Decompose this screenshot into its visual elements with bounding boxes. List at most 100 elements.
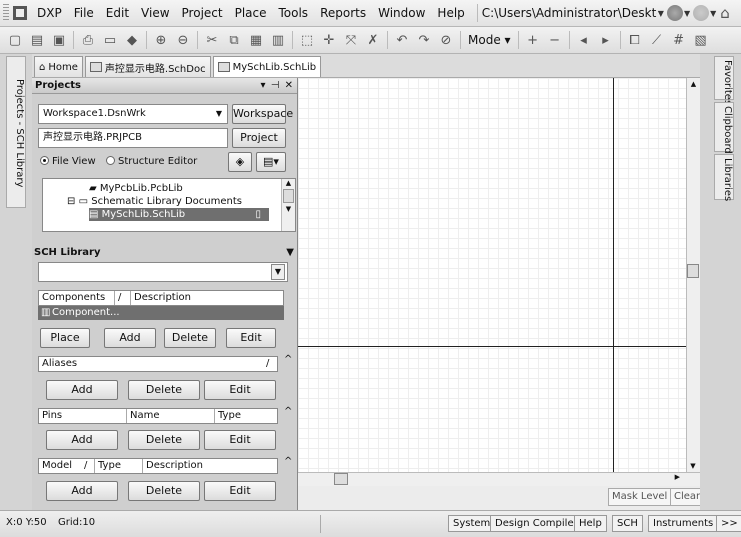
name-column-header[interactable]: Name (127, 409, 215, 423)
scroll-down-icon[interactable]: ▼ (282, 205, 295, 213)
clipboard-tab[interactable]: Clipboard (714, 102, 734, 154)
scroll-down-icon[interactable]: ▼ (687, 462, 699, 470)
structure-editor-radio[interactable]: Structure Editor (106, 156, 197, 167)
deselect-icon[interactable]: ⤧ (343, 32, 359, 48)
component-row[interactable]: ▥ Component... (38, 306, 284, 320)
pins-column-header[interactable]: Pins (39, 409, 127, 423)
cut-icon[interactable]: ✂ (204, 32, 220, 48)
system-panel-button[interactable]: System (448, 515, 496, 532)
document-path-field[interactable]: C:\Users\Administrator\Deskto| (476, 4, 657, 22)
tab-home[interactable]: ⌂ Home (34, 56, 83, 77)
help-panel-button[interactable]: Help (574, 515, 607, 532)
scroll-right-icon[interactable]: ▶ (675, 473, 680, 481)
edit-model-button[interactable]: Edit (204, 481, 276, 501)
menu-tools[interactable]: Tools (273, 6, 315, 20)
edit-alias-button[interactable]: Edit (204, 380, 276, 400)
favorites-tab[interactable]: Favorites (714, 56, 734, 105)
new-document-icon[interactable]: ▢ (7, 32, 23, 48)
libraries-tab[interactable]: Libraries (714, 154, 734, 201)
more-panels-button[interactable]: >> (716, 515, 741, 532)
clear-filter-icon[interactable]: ✗ (365, 32, 381, 48)
save-icon[interactable]: ▣ (51, 32, 67, 48)
scroll-up-icon[interactable]: ▲ (282, 179, 295, 187)
next-part-icon[interactable]: ▸ (598, 32, 614, 48)
place-button[interactable]: Place (40, 328, 90, 348)
layers-icon[interactable]: ◆ (124, 32, 140, 48)
model-sort-indicator[interactable]: / (81, 459, 95, 473)
panel-menu-chevron-icon[interactable]: ▼ (286, 246, 294, 260)
model-collapse-icon[interactable]: ^ (284, 456, 292, 467)
aliases-collapse-icon[interactable]: ^ (284, 354, 292, 365)
tab-schdoc[interactable]: 声控显示电路.SchDoc (84, 56, 211, 77)
delete-pin-button[interactable]: Delete (128, 430, 200, 450)
instruments-panel-button[interactable]: Instruments (648, 515, 719, 532)
menu-project[interactable]: Project (176, 6, 229, 20)
filter-dropdown-icon[interactable]: ▼ (271, 264, 285, 280)
previous-part-icon[interactable]: ◂ (576, 32, 592, 48)
back-icon[interactable] (666, 5, 683, 21)
panel-controls[interactable]: ▾ ⊣ ✕ (261, 80, 294, 91)
model-column-header[interactable]: Model (39, 459, 81, 473)
menu-view[interactable]: View (135, 6, 175, 20)
description-column-header[interactable]: Description (131, 291, 283, 305)
model-type-column-header[interactable]: Type (95, 459, 143, 473)
forward-dropdown-icon[interactable]: ▼ (710, 9, 716, 18)
ieee-symbols-icon[interactable]: ⧠ (627, 32, 643, 48)
add-model-button[interactable]: Add (46, 481, 118, 501)
project-options-button[interactable]: ◈ (228, 152, 252, 172)
home-icon[interactable]: ⌂ (720, 4, 730, 22)
scroll-up-icon[interactable]: ▲ (687, 80, 700, 88)
document-options-button[interactable]: ▤▾ (256, 152, 286, 172)
tree-folder-schematic-library[interactable]: ⊟ ▭ Schematic Library Documents (67, 195, 242, 208)
add-pin-button[interactable]: Add (46, 430, 118, 450)
pins-collapse-icon[interactable]: ^ (284, 406, 292, 417)
sch-panel-button[interactable]: SCH (612, 515, 643, 532)
path-dropdown-icon[interactable]: ▼ (658, 9, 664, 18)
redo-icon[interactable]: ↷ (416, 32, 432, 48)
menu-file[interactable]: File (68, 6, 100, 20)
delete-component-button[interactable]: Delete (164, 328, 216, 348)
select-area-icon[interactable]: ⬚ (299, 32, 315, 48)
design-compiler-panel-button[interactable]: Design Compiler (490, 515, 583, 532)
delete-model-button[interactable]: Delete (128, 481, 200, 501)
menu-window[interactable]: Window (372, 6, 431, 20)
model-manager-icon[interactable]: ▧ (693, 32, 709, 48)
add-alias-button[interactable]: Add (46, 380, 118, 400)
model-description-column-header[interactable]: Description (143, 459, 277, 473)
move-icon[interactable]: ✛ (321, 32, 337, 48)
menu-edit[interactable]: Edit (100, 6, 135, 20)
tree-scrollbar[interactable]: ▲ ▼ (281, 179, 295, 231)
workspace-button[interactable]: Workspace (232, 104, 293, 124)
print-preview-icon[interactable]: ▭ (102, 32, 118, 48)
menu-dxp[interactable]: DXP (31, 6, 68, 20)
zoom-in-icon[interactable]: ⊕ (153, 32, 169, 48)
tree-scroll-thumb[interactable] (283, 189, 294, 203)
drawing-tools-icon[interactable]: ⟋ (649, 32, 665, 48)
project-button[interactable]: Project (232, 128, 286, 148)
menu-help[interactable]: Help (431, 6, 470, 20)
undo-icon[interactable]: ↶ (394, 32, 410, 48)
delete-alias-button[interactable]: Delete (128, 380, 200, 400)
add-component-button[interactable]: Add (104, 328, 156, 348)
remove-part-icon[interactable]: − (547, 32, 563, 48)
rubber-stamp-icon[interactable]: ▥ (270, 32, 286, 48)
canvas-horizontal-scrollbar[interactable]: ▶ (298, 472, 700, 486)
aliases-sort-indicator[interactable]: / (263, 357, 277, 371)
project-tree[interactable]: ▰ MyPcbLib.PcbLib ⊟ ▭ Schematic Library … (42, 178, 296, 232)
tree-item-pcblib[interactable]: ▰ MyPcbLib.PcbLib (89, 182, 183, 195)
horizontal-scroll-thumb[interactable] (334, 473, 348, 485)
library-filter-input[interactable]: ▼ (38, 262, 288, 282)
zoom-out-icon[interactable]: ⊖ (175, 32, 191, 48)
copy-icon[interactable]: ⧉ (226, 32, 242, 48)
mode-dropdown[interactable]: Mode ▾ (468, 33, 511, 47)
tab-schlib[interactable]: MySchLib.SchLib (212, 56, 322, 77)
paste-icon[interactable]: ▦ (248, 32, 264, 48)
edit-pin-button[interactable]: Edit (204, 430, 276, 450)
project-field[interactable]: 声控显示电路.PRJPCB (38, 128, 228, 148)
canvas-vertical-scrollbar[interactable]: ▲ ▼ (686, 78, 700, 472)
edit-component-button[interactable]: Edit (226, 328, 276, 348)
print-icon[interactable]: ⎙ (80, 32, 96, 48)
components-column-header[interactable]: Components (39, 291, 115, 305)
aliases-column-header[interactable]: Aliases (39, 357, 263, 371)
toolbar-grip[interactable] (3, 4, 9, 22)
